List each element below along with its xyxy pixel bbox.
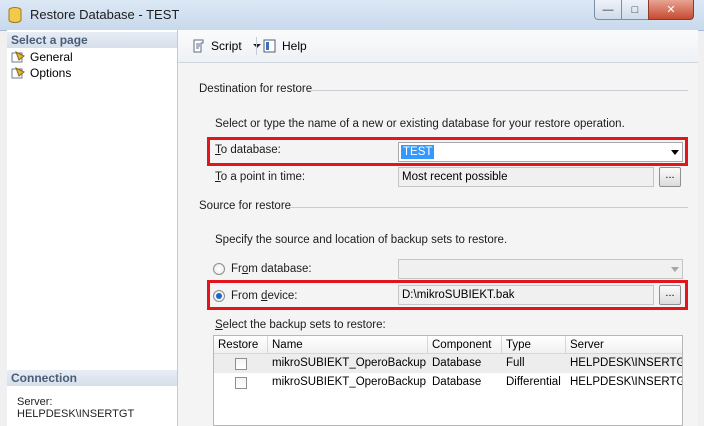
database-icon xyxy=(8,7,22,23)
minimize-button[interactable]: — xyxy=(594,0,622,20)
label-mnemonic: S xyxy=(215,319,223,331)
row-type: Differential xyxy=(506,376,561,388)
backup-sets-table: Restore Name Component Type Server mikro… xyxy=(213,335,683,426)
column-header-restore[interactable]: Restore xyxy=(214,336,268,354)
to-database-label: To database: xyxy=(215,144,281,156)
point-in-time-label: To a point in time: xyxy=(215,171,305,183)
chevron-down-icon[interactable] xyxy=(671,267,679,272)
row-name: mikroSUBIEKT_OperoBackup xyxy=(272,357,427,369)
row-server: HELPDESK\INSERTGT xyxy=(570,357,683,369)
restore-checkbox[interactable] xyxy=(235,377,247,389)
table-row[interactable]: mikroSUBIEKT_OperoBackup Database Differ… xyxy=(214,373,683,392)
maximize-button[interactable]: □ xyxy=(621,0,649,20)
row-server: HELPDESK\INSERTGT xyxy=(570,376,683,388)
from-database-label: From database: xyxy=(231,263,312,275)
column-header-name[interactable]: Name xyxy=(268,336,428,354)
point-in-time-browse-button[interactable]: ... xyxy=(659,167,681,187)
general-page: Destination for restore Select or type t… xyxy=(178,63,698,426)
label-text: Fr xyxy=(231,263,242,275)
row-component: Database xyxy=(432,376,482,388)
chevron-down-icon[interactable] xyxy=(671,150,679,155)
from-database-radio[interactable] xyxy=(213,263,225,275)
page-settings-icon xyxy=(11,51,25,63)
help-label: Help xyxy=(282,39,307,53)
row-type: Full xyxy=(506,357,525,369)
label-text: o database: xyxy=(220,144,281,156)
point-in-time-field[interactable]: Most recent possible xyxy=(398,167,654,187)
to-database-combobox[interactable]: TEST xyxy=(398,142,683,162)
help-icon xyxy=(263,39,276,53)
select-page-header: Select a page xyxy=(7,32,177,48)
left-pane: Select a page General Options Connection… xyxy=(7,30,178,426)
label-text: elect the backup sets to restore: xyxy=(222,319,386,331)
label-text: o a point in time: xyxy=(220,171,306,183)
help-button[interactable]: Help xyxy=(262,38,307,54)
restore-database-window: Restore Database - TEST — □ ✕ Select a p… xyxy=(0,0,704,426)
table-row[interactable]: mikroSUBIEKT_OperoBackup Database Full H… xyxy=(214,354,683,373)
label-text: From xyxy=(231,290,262,302)
page-settings-icon xyxy=(11,67,25,79)
sidebar-item-label: General xyxy=(30,50,73,64)
label-text: m database: xyxy=(248,263,312,275)
to-database-value: TEST xyxy=(401,145,435,159)
restore-checkbox[interactable] xyxy=(235,358,247,370)
row-component: Database xyxy=(432,357,482,369)
from-device-radio[interactable] xyxy=(213,290,225,302)
sidebar-item-options[interactable]: Options xyxy=(11,65,71,81)
server-label: Server: xyxy=(17,396,53,408)
group-divider xyxy=(308,90,688,91)
toolbar: Script Help xyxy=(178,30,698,63)
row-name: mikroSUBIEKT_OperoBackup xyxy=(272,376,427,388)
sidebar-item-general[interactable]: General xyxy=(11,49,73,65)
script-icon xyxy=(193,39,204,53)
connection-header: Connection xyxy=(7,370,177,386)
source-group-title: Source for restore xyxy=(199,200,292,212)
toolbar-separator xyxy=(256,37,257,55)
from-device-field[interactable]: D:\mikroSUBIEKT.bak xyxy=(398,285,654,305)
column-header-type[interactable]: Type xyxy=(502,336,566,354)
close-button[interactable]: ✕ xyxy=(648,0,694,20)
script-button[interactable]: Script xyxy=(191,38,262,54)
group-divider xyxy=(290,207,688,208)
from-device-label: From device: xyxy=(231,290,297,302)
from-database-combobox[interactable] xyxy=(398,259,683,279)
destination-group-title: Destination for restore xyxy=(199,83,313,95)
destination-instruction: Select or type the name of a new or exis… xyxy=(215,118,625,130)
window-title: Restore Database - TEST xyxy=(30,7,180,22)
script-label: Script xyxy=(211,39,242,53)
source-instruction: Specify the source and location of backu… xyxy=(215,234,508,246)
column-header-component[interactable]: Component xyxy=(428,336,502,354)
server-value: HELPDESK\INSERTGT xyxy=(17,408,135,420)
backup-sets-label: Select the backup sets to restore: xyxy=(215,319,386,331)
sidebar-item-label: Options xyxy=(30,66,72,80)
title-bar: Restore Database - TEST — □ ✕ xyxy=(0,0,704,31)
column-header-server[interactable]: Server xyxy=(566,336,682,354)
label-text: evice: xyxy=(267,290,298,302)
from-device-browse-button[interactable]: ... xyxy=(659,285,681,305)
right-pane: Script Help Destination for restore Sele… xyxy=(178,30,698,426)
